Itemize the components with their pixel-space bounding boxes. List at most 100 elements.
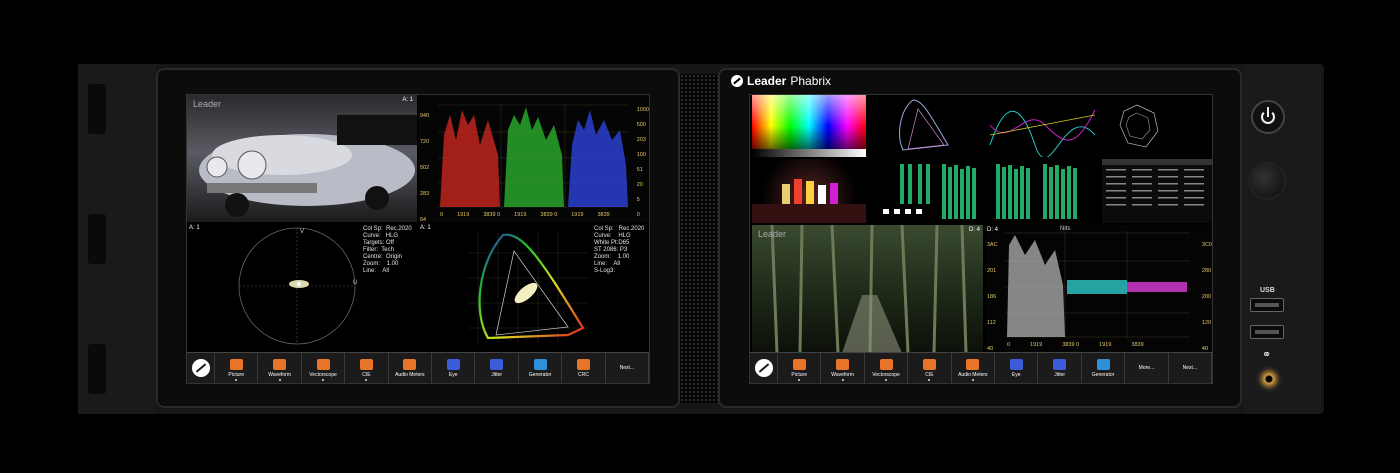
usb-port-2[interactable] xyxy=(1250,325,1284,339)
cie-icon xyxy=(359,358,373,370)
vectorscope-icon xyxy=(879,358,893,370)
cie-icon xyxy=(922,358,936,370)
submenu-indicator xyxy=(322,379,325,381)
status-table-pane[interactable] xyxy=(1102,159,1212,223)
headphone-jack[interactable] xyxy=(1256,366,1282,392)
brand-name-part2: Phabrix xyxy=(790,74,832,88)
rack-ear-left xyxy=(78,64,156,414)
toolbar-button-label: Next... xyxy=(619,365,635,371)
right-toolbar: Picture Waveform Vectorscope CIE Audio Meter… xyxy=(750,352,1212,383)
vectorscope-tag: A: 1 xyxy=(189,225,200,231)
toolbar-button-label: Eye xyxy=(448,371,458,378)
generator-icon xyxy=(533,358,547,370)
submenu-indicator xyxy=(885,379,888,381)
cie-pane[interactable]: A: 1 Col Sp: Rec.2020 Curve: HLG White P… xyxy=(418,223,649,353)
vectorscope-pane[interactable]: A: 1 V U Col Sp: Rec.2020 Curve: HLG Tar… xyxy=(187,223,417,353)
vectorscope-axis-u: U xyxy=(353,280,358,286)
toolbar-button-label: Waveform xyxy=(268,371,291,378)
toolbar-button-picture[interactable]: Picture xyxy=(215,353,259,383)
crc-icon xyxy=(576,358,590,370)
submenu-indicator xyxy=(798,379,801,381)
usb-port-1[interactable] xyxy=(1250,298,1284,312)
mini-cie-pane[interactable] xyxy=(868,95,983,157)
rgb-waveform-pane[interactable]: 940 720 502 283 64 1000 500 203 100 51 20 50 … xyxy=(418,95,649,222)
toolbar-button-crc[interactable]: CRC xyxy=(562,353,606,383)
toolbar-button-cie[interactable]: CIE xyxy=(908,353,952,383)
headphones-icon: ⚭ xyxy=(1262,349,1272,361)
bottles-image xyxy=(752,179,866,223)
vent-grille xyxy=(680,74,718,404)
toolbar-button-audio-meters[interactable]: Audio Meters xyxy=(389,353,433,383)
toolbar-button-generator[interactable]: Generator xyxy=(519,353,563,383)
picture-icon xyxy=(792,358,806,370)
test-pattern-gradient xyxy=(752,95,866,157)
toolbar-button-vectorscope[interactable]: Vectorscope xyxy=(302,353,346,383)
toolbar-button-waveform[interactable]: Waveform xyxy=(821,353,865,383)
left-toolbar: Picture Waveform Vectorscope CIE Audio Meter… xyxy=(187,352,649,383)
jitter-icon xyxy=(1053,358,1067,370)
rotary-knob[interactable] xyxy=(1248,162,1286,200)
toolbar-button-vectorscope[interactable]: Vectorscope xyxy=(865,353,909,383)
vectorscope-info: Col Sp: Rec.2020 Curve: HLG Targets: Off… xyxy=(363,226,412,274)
hdr-waveform-unit: Nits xyxy=(1060,226,1071,232)
audio-meters-icon xyxy=(966,358,980,370)
picture-tag: D: 4 xyxy=(968,227,980,233)
submenu-indicator xyxy=(928,379,931,381)
toolbar-button-label: Audio Meters xyxy=(958,371,988,378)
toolbar-button-audio-meters[interactable]: Audio Meters xyxy=(952,353,996,383)
toolbar-button-eye[interactable]: Eye xyxy=(432,353,476,383)
mini-scope-pane[interactable] xyxy=(1102,95,1212,157)
hdr-left-ticks: 3AC 201 186 112 40 xyxy=(987,242,998,352)
cie-tag: A: 1 xyxy=(420,225,431,231)
toolbar-button-label: Picture xyxy=(228,371,244,378)
toolbar-button-jitter[interactable]: Jitter xyxy=(1038,353,1082,383)
toolbar-button-label: CIE xyxy=(362,371,371,378)
phabrix-logo-button[interactable] xyxy=(750,353,778,383)
phabrix-logo-icon xyxy=(731,75,743,87)
audio-meters-pane[interactable] xyxy=(868,159,1100,223)
toolbar-button-cie[interactable]: CIE xyxy=(345,353,389,383)
picture-tag: A: 1 xyxy=(402,97,413,103)
generator-icon xyxy=(1096,358,1110,370)
picture-watermark: Leader xyxy=(193,99,222,109)
power-button[interactable] xyxy=(1251,100,1285,134)
picture-watermark: Leader xyxy=(758,229,787,239)
test-pattern-pane[interactable] xyxy=(752,95,866,157)
toolbar-button-waveform[interactable]: Waveform xyxy=(258,353,302,383)
toolbar-button-next[interactable]: Next... xyxy=(1169,353,1212,383)
toolbar-button-label: Eye xyxy=(1011,371,1021,378)
waveform-left-ticks: 940 720 502 283 64 xyxy=(420,113,430,222)
toolbar-button-label: Generator xyxy=(528,371,552,378)
toolbar-button-eye[interactable]: Eye xyxy=(995,353,1039,383)
power-icon-bar xyxy=(1267,107,1269,117)
toolbar-button-more[interactable]: More... xyxy=(1125,353,1169,383)
toolbar-button-picture[interactable]: Picture xyxy=(778,353,822,383)
toolbar-button-label: Generator xyxy=(1091,371,1115,378)
toolbar-button-label: Vectorscope xyxy=(309,371,337,378)
bottles-picture-pane[interactable] xyxy=(752,159,866,223)
cie-info: Col Sp: Rec.2020 Curve: HLG White Pt:D65… xyxy=(594,226,645,274)
toolbar-button-generator[interactable]: Generator xyxy=(1082,353,1126,383)
toolbar-button-next[interactable]: Next... xyxy=(606,353,649,383)
picture-pane[interactable]: Leader A: 1 xyxy=(187,95,417,222)
mount-slot xyxy=(88,214,106,264)
waveform-right-ticks: 1000 500 203 100 51 20 50 xyxy=(636,107,649,218)
mini-cie-graph xyxy=(899,99,949,151)
toolbar-button-label: Jitter xyxy=(1054,371,1066,378)
bamboo-picture-pane[interactable]: Leader D: 4 xyxy=(752,225,983,353)
hdr-waveform-graph xyxy=(1005,231,1190,339)
waveform-x-ticks: 0 1919 3839 0 1919 3839 0 1919 3839 xyxy=(440,212,610,218)
brand-logo: Leader Phabrix xyxy=(731,74,831,88)
right-screen: Leader D: 4 D: 4 Nits 3AC 201 186 112 40 3… xyxy=(749,94,1213,384)
hdr-waveform-pane[interactable]: D: 4 Nits 3AC 201 186 112 40 3C0 280 200 120… xyxy=(985,225,1212,353)
waveform-icon xyxy=(836,358,850,370)
bamboo-image xyxy=(770,225,968,353)
submenu-indicator xyxy=(841,379,844,381)
toolbar-button-label: More... xyxy=(1138,365,1155,371)
mount-slot xyxy=(88,344,106,394)
mini-scope-graph xyxy=(1119,104,1159,148)
submenu-indicator xyxy=(278,379,281,381)
mini-waveform-pane[interactable] xyxy=(985,95,1100,157)
phabrix-logo-button[interactable] xyxy=(187,353,215,383)
toolbar-button-jitter[interactable]: Jitter xyxy=(475,353,519,383)
